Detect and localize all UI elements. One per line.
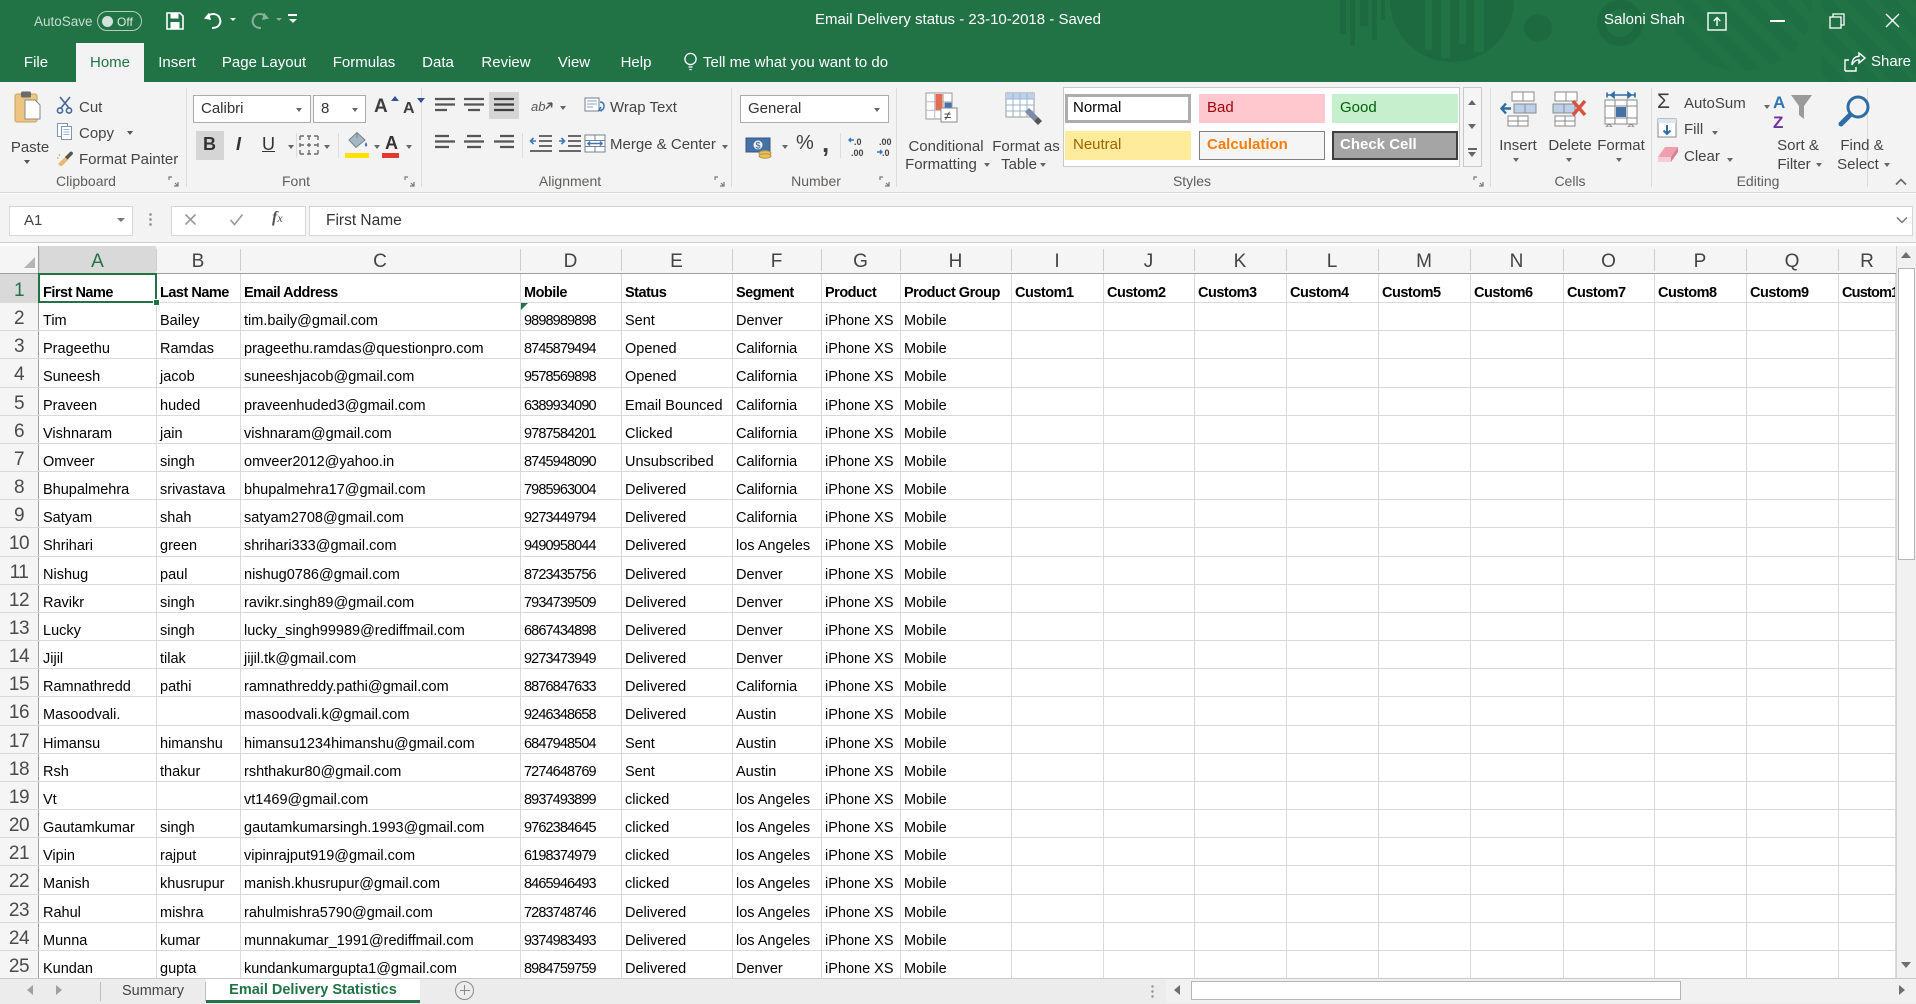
svg-text:ab: ab — [531, 99, 545, 114]
svg-text:$: $ — [756, 141, 761, 151]
svg-text:Z: Z — [1773, 113, 1783, 130]
svg-text:.00: .00 — [851, 148, 864, 158]
svg-text:.00: .00 — [879, 137, 892, 147]
svg-text:.0: .0 — [854, 137, 862, 147]
svg-text:A: A — [1773, 93, 1785, 112]
svg-text:≠: ≠ — [944, 108, 951, 123]
svg-text:.0: .0 — [882, 148, 890, 158]
